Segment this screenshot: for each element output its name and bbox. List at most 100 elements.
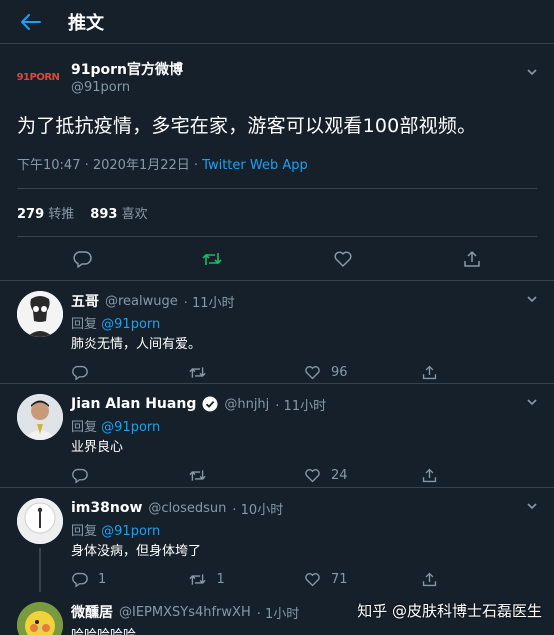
reply-text: 哈哈哈哈哈: [71, 624, 537, 635]
reply-author-name[interactable]: 微醺居: [71, 602, 113, 622]
share-button[interactable]: [421, 571, 538, 588]
like-icon: [305, 365, 320, 379]
replying-to-link[interactable]: @91porn: [101, 420, 160, 435]
like-icon: [305, 572, 320, 586]
main-tweet: 91PORN 91porn官方微博 @91porn 为了抵抗疫情，多宅在家，游客…: [0, 44, 554, 281]
reply-tweet[interactable]: Jian Alan Huang @hnjhj · 11小时 回复 @91porn…: [0, 384, 554, 488]
chevron-down-icon[interactable]: [526, 66, 538, 78]
brand-logo: 91PORN: [16, 71, 60, 83]
share-icon[interactable]: [462, 249, 482, 269]
like-icon[interactable]: [333, 249, 353, 269]
author-display-name[interactable]: 91porn官方微博: [71, 59, 183, 79]
arrow-left-icon: [21, 13, 41, 30]
replying-to: 回复 @91porn: [71, 313, 537, 332]
top-bar: 推文: [0, 0, 554, 44]
likes-count: 893: [90, 207, 118, 222]
replying-to: 回复 @91porn: [71, 520, 537, 539]
reply-header: Jian Alan Huang @hnjhj · 11小时: [71, 394, 537, 414]
avatar[interactable]: [17, 291, 63, 337]
page-title: 推文: [68, 12, 104, 34]
reply-author-name[interactable]: im38now: [71, 500, 142, 516]
chevron-down-icon[interactable]: [526, 293, 538, 305]
back-button[interactable]: [20, 11, 42, 33]
replying-to-link[interactable]: @91porn: [101, 317, 160, 332]
chevron-down-icon[interactable]: [526, 396, 538, 408]
reply-tweet[interactable]: 五哥 @realwuge · 11小时 回复 @91porn 肺炎无情，人间有爱…: [0, 281, 554, 384]
like-button[interactable]: 96: [304, 364, 421, 381]
reply-author-handle[interactable]: @realwuge: [105, 294, 178, 309]
reply-time[interactable]: · 1小时: [257, 603, 300, 622]
replying-label: 回复: [71, 317, 98, 332]
tweet-text: 为了抵抗疫情，多宅在家，游客可以观看100部视频。: [17, 115, 477, 137]
verified-badge-icon: [202, 396, 218, 412]
reply-text: 身体没病，但身体垮了: [71, 544, 202, 559]
avatar[interactable]: [17, 498, 63, 544]
reply-author-handle[interactable]: @IEPMXSYs4hfrwXH: [119, 605, 251, 620]
share-button[interactable]: [421, 467, 538, 484]
reply-icon: [72, 365, 88, 381]
reply-button[interactable]: [71, 364, 188, 381]
like-button[interactable]: 24: [304, 467, 421, 484]
tweet-author: 91PORN 91porn官方微博 @91porn: [17, 56, 537, 98]
reply-button[interactable]: [71, 467, 188, 484]
squidward-avatar-icon: [17, 291, 63, 337]
replying-label: 回复: [71, 420, 98, 435]
replying-to-link[interactable]: @91porn: [101, 524, 160, 539]
reply-button[interactable]: 1: [71, 571, 188, 588]
tweet-stats: 279 转推 893 喜欢: [17, 188, 537, 236]
parrot-avatar-icon: [17, 602, 63, 635]
retweets-label: 转推: [48, 207, 75, 222]
tweet-meta: 下午10:47 · 2020年1月22日 · Twitter Web App: [17, 154, 537, 174]
silhouette-avatar-icon: [17, 498, 63, 544]
like-button[interactable]: 71: [304, 571, 421, 588]
reply-header: im38now @closedsun · 10小时: [71, 498, 537, 518]
likes-stat[interactable]: 893 喜欢: [90, 203, 147, 222]
retweet-button[interactable]: [188, 467, 305, 484]
reply-icon[interactable]: [72, 249, 92, 269]
retweets-stat[interactable]: 279 转推: [17, 203, 74, 222]
reply-author-name[interactable]: Jian Alan Huang: [71, 396, 196, 412]
chevron-down-icon[interactable]: [526, 500, 538, 512]
like-count: 24: [331, 467, 348, 483]
reply-author-handle[interactable]: @closedsun: [148, 501, 226, 516]
like-icon: [305, 468, 320, 482]
reply-text: 肺炎无情，人间有爱。: [71, 337, 202, 352]
person-avatar-icon: [17, 394, 63, 440]
reply-author-name[interactable]: 五哥: [71, 291, 99, 311]
retweet-icon: [188, 573, 206, 585]
retweet-button[interactable]: [188, 364, 305, 381]
thread-connector: [39, 548, 41, 592]
replying-label: 回复: [71, 524, 98, 539]
retweet-icon[interactable]: [201, 249, 223, 269]
share-button[interactable]: [421, 364, 538, 381]
reply-text: 业界良心: [71, 440, 124, 455]
share-icon: [422, 365, 436, 379]
retweet-icon: [188, 366, 206, 378]
watermark: 知乎 @皮肤科博士石磊医生: [357, 602, 542, 620]
reply-tweet[interactable]: im38now @closedsun · 10小时 回复 @91porn 身体没…: [0, 488, 554, 592]
tweet-actions: [17, 236, 537, 280]
author-avatar[interactable]: 91PORN: [16, 56, 60, 98]
replying-to: 回复 @91porn: [71, 416, 537, 435]
reply-icon: [72, 572, 88, 588]
reply-time[interactable]: · 11小时: [184, 292, 235, 311]
avatar[interactable]: [17, 602, 63, 635]
reply-header: 五哥 @realwuge · 11小时: [71, 291, 537, 311]
reply-time[interactable]: · 11小时: [275, 395, 326, 414]
like-count: 71: [331, 571, 348, 587]
reply-icon: [72, 468, 88, 484]
tweet-timestamp[interactable]: 下午10:47 · 2020年1月22日 ·: [17, 158, 198, 173]
avatar[interactable]: [17, 394, 63, 440]
author-handle[interactable]: @91porn: [71, 80, 183, 95]
tweet-source[interactable]: Twitter Web App: [202, 158, 308, 173]
like-count: 96: [331, 364, 348, 380]
author-names: 91porn官方微博 @91porn: [71, 59, 183, 95]
share-icon: [422, 468, 436, 482]
retweet-count: 1: [216, 571, 225, 587]
retweet-icon: [188, 469, 206, 481]
share-icon: [422, 572, 436, 586]
retweet-button[interactable]: 1: [188, 571, 305, 588]
retweets-count: 279: [17, 207, 45, 222]
reply-time[interactable]: · 10小时: [232, 499, 283, 518]
reply-author-handle[interactable]: @hnjhj: [224, 397, 269, 412]
